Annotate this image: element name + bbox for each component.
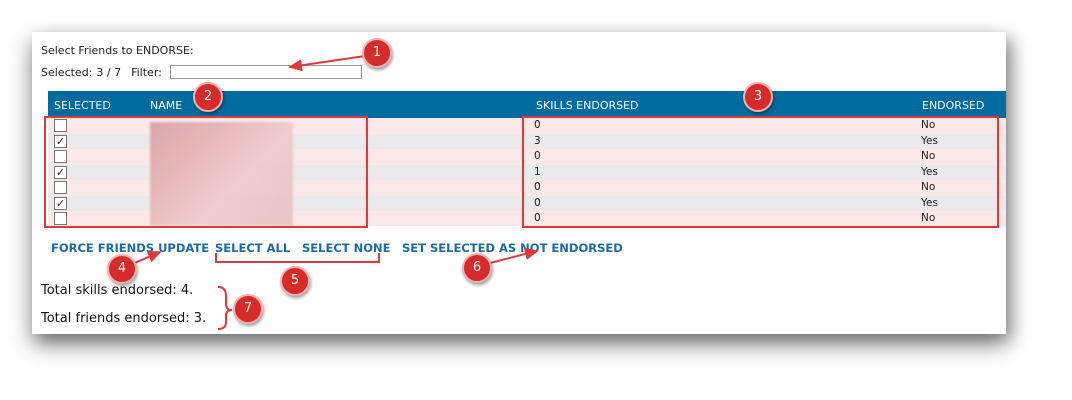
selected-count: 3 / 7 <box>96 65 122 79</box>
annotation-badge-4: 4 <box>107 254 137 284</box>
annotation-box-names <box>44 116 368 228</box>
annotation-box-values <box>522 116 999 228</box>
selected-label: Selected: <box>41 65 93 79</box>
panel-title: Select Friends to ENDORSE: <box>41 44 194 57</box>
annotation-badge-6: 6 <box>462 253 492 283</box>
selection-row: Selected: 3 / 7 Filter: <box>41 65 362 79</box>
force-friends-update-link[interactable]: FORCE FRIENDS UPDATE <box>51 241 209 255</box>
column-header-selected[interactable]: SELECTED <box>54 99 111 112</box>
column-header-skills[interactable]: SKILLS ENDORSED <box>536 99 639 112</box>
column-header-endorsed[interactable]: ENDORSED <box>922 99 984 112</box>
grid-header: SELECTED NAME SKILLS ENDORSED ENDORSED <box>48 91 1006 118</box>
select-none-link[interactable]: SELECT NONE <box>302 241 391 255</box>
annotation-badge-1: 1 <box>362 38 392 68</box>
total-skills-endorsed: Total skills endorsed: 4. <box>41 283 194 298</box>
filter-input[interactable] <box>169 65 362 79</box>
annotation-badge-2: 2 <box>193 82 223 112</box>
filter-label: Filter: <box>131 65 162 79</box>
annotation-badge-7: 7 <box>233 294 263 324</box>
total-friends-endorsed: Total friends endorsed: 3. <box>41 311 207 326</box>
set-not-endorsed-link[interactable]: SET SELECTED AS NOT ENDORSED <box>402 241 623 255</box>
annotation-badge-3: 3 <box>743 82 773 112</box>
annotation-badge-5: 5 <box>280 266 310 296</box>
select-all-link[interactable]: SELECT ALL <box>215 241 290 255</box>
column-header-name[interactable]: NAME <box>150 99 182 112</box>
